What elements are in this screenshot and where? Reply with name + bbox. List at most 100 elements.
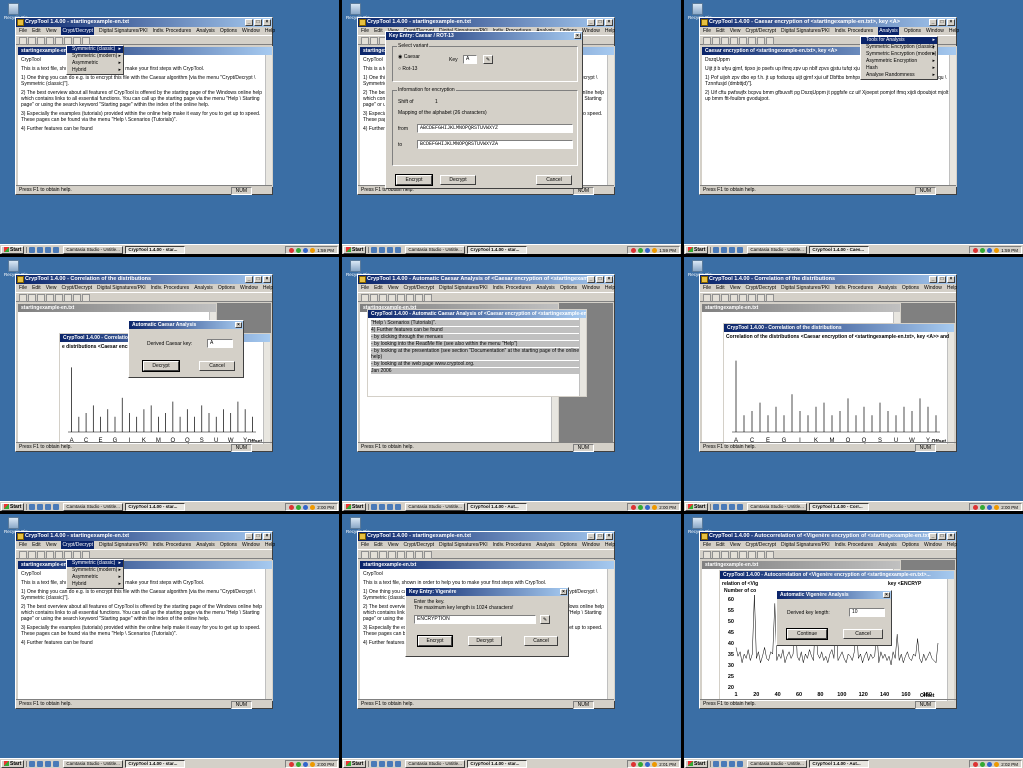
new-icon[interactable] — [361, 37, 369, 45]
menu-crypt-decrypt[interactable]: Crypt/Decrypt — [61, 284, 92, 292]
save-icon[interactable] — [37, 294, 45, 302]
menu-options[interactable]: Options — [560, 284, 577, 292]
menu-file[interactable]: File — [19, 27, 27, 35]
new-icon[interactable] — [19, 37, 27, 45]
paste-icon[interactable] — [73, 37, 81, 45]
tray-icon[interactable] — [987, 247, 993, 253]
minimize-button[interactable]: _ — [929, 19, 937, 26]
menu-digital-signatures-pki[interactable]: Digital Signatures/PKI — [99, 541, 148, 549]
tray-icon[interactable] — [303, 504, 309, 510]
window-titlebar[interactable]: CrypTool 1.4.00 - startingexample-en.txt… — [358, 18, 614, 27]
task-camtasia[interactable]: Camtasia Studio - Untitle... — [747, 245, 808, 254]
dialog-close-button[interactable]: × — [235, 322, 242, 328]
start-button[interactable]: Start — [685, 502, 709, 511]
cryptool-window[interactable]: CrypTool 1.4.00 - startingexample-en.txt… — [15, 531, 275, 709]
close-button[interactable]: × — [947, 19, 955, 26]
tray-icon[interactable] — [980, 504, 986, 510]
encrypt-button[interactable]: Encrypt — [417, 635, 453, 647]
save-icon[interactable] — [721, 37, 729, 45]
document-text[interactable]: CrypTool This is a text file, shown in or… — [18, 55, 272, 137]
key-input[interactable]: A — [463, 55, 477, 64]
menu-item[interactable]: Analyse Randomness ▸ — [861, 72, 937, 79]
menu-window[interactable]: Window — [924, 541, 942, 549]
document-titlebar[interactable]: startingexample-en.txt — [18, 304, 216, 312]
cryptool-window[interactable]: CrypTool 1.4.00 - startingexample-en.txt… — [357, 531, 615, 709]
cancel-button[interactable]: Cancel — [843, 629, 883, 639]
document-window[interactable]: startingexample-en.txt CrypTool This is a … — [17, 560, 273, 701]
tray-icon[interactable] — [994, 247, 1000, 253]
ie-icon[interactable] — [713, 760, 720, 767]
continue-button[interactable]: Continue — [786, 628, 828, 640]
menu-item[interactable]: Asymmetric Encryption ▸ — [861, 58, 937, 65]
desktop-icon[interactable] — [37, 760, 44, 767]
menu-digital-signatures-pki[interactable]: Digital Signatures/PKI — [781, 541, 830, 549]
open-icon[interactable] — [370, 294, 378, 302]
key-options-button[interactable]: ✎ — [483, 55, 493, 64]
menu-options[interactable]: Options — [220, 541, 237, 549]
menu-digital-signatures-pki[interactable]: Digital Signatures/PKI — [99, 27, 148, 35]
document-titlebar[interactable]: startingexample-en.txt — [360, 561, 614, 569]
task-cryptool[interactable]: CrypTool 1.4.00 - star... — [125, 502, 186, 511]
menu-help[interactable]: Help — [605, 27, 615, 35]
desktop-icon[interactable] — [721, 246, 728, 253]
document-titlebar[interactable]: CrypTool 1.4.00 - Autocorrelation of <Vi… — [720, 571, 954, 579]
explorer-icon[interactable] — [387, 760, 394, 767]
menu-item[interactable]: Hybrid ▸ — [67, 67, 123, 74]
start-button[interactable]: Start — [343, 245, 367, 254]
tray-icon[interactable] — [973, 504, 979, 510]
tray-icon[interactable] — [289, 761, 295, 767]
explorer-icon[interactable] — [45, 760, 52, 767]
menu-options[interactable]: Options — [902, 284, 919, 292]
copy-icon[interactable] — [406, 551, 414, 559]
minimize-button[interactable]: _ — [245, 533, 253, 540]
ie-icon[interactable] — [371, 246, 378, 253]
media-icon[interactable] — [53, 246, 60, 253]
copy-icon[interactable] — [406, 294, 414, 302]
menu-edit[interactable]: Edit — [716, 541, 725, 549]
minimize-button[interactable]: _ — [587, 19, 595, 26]
menu-digital-signatures-pki[interactable]: Digital Signatures/PKI — [97, 284, 146, 292]
explorer-icon[interactable] — [729, 503, 736, 510]
menu-view[interactable]: View — [46, 284, 57, 292]
menu-options[interactable]: Options — [902, 541, 919, 549]
menu-indiv-procedures[interactable]: Indiv. Procedures — [151, 284, 190, 292]
start-button[interactable]: Start — [343, 759, 367, 768]
tray-icon[interactable] — [652, 247, 658, 253]
paste-icon[interactable] — [757, 37, 765, 45]
menu-digital-signatures-pki[interactable]: Digital Signatures/PKI — [781, 27, 830, 35]
explorer-icon[interactable] — [729, 760, 736, 767]
task-cryptool[interactable]: CrypTool 1.4.00 - star... — [467, 759, 528, 768]
maximize-button[interactable]: □ — [596, 276, 604, 283]
help-icon[interactable] — [82, 551, 90, 559]
menu-help[interactable]: Help — [605, 541, 615, 549]
task-cryptool[interactable]: CrypTool 1.4.00 - star... — [125, 245, 186, 254]
new-icon[interactable] — [361, 551, 369, 559]
menu-file[interactable]: File — [703, 284, 711, 292]
tray-icon[interactable] — [296, 761, 302, 767]
explorer-icon[interactable] — [729, 246, 736, 253]
menu-item[interactable]: Symmetric Encryption (modern) ▸ — [861, 51, 937, 58]
copy-icon[interactable] — [64, 294, 72, 302]
print-icon[interactable] — [730, 37, 738, 45]
cancel-button[interactable]: Cancel — [536, 175, 572, 185]
minimize-button[interactable]: _ — [245, 19, 253, 26]
document-titlebar[interactable]: startingexample-en.txt — [18, 561, 272, 569]
task-camtasia[interactable]: Camtasia Studio - Untitle... — [747, 759, 808, 768]
cryptool-window[interactable]: CrypTool 1.4.00 - Autocorrelation of <Vi… — [699, 531, 957, 709]
cut-icon[interactable] — [739, 37, 747, 45]
menu-item[interactable]: Symmetric (classic) ▸ — [67, 560, 123, 567]
menu-indiv-procedures[interactable]: Indiv. Procedures — [835, 27, 874, 35]
close-button[interactable]: × — [263, 276, 271, 283]
menu-analysis[interactable]: Analysis — [878, 541, 897, 549]
vertical-scrollbar[interactable] — [947, 332, 954, 444]
menu-help[interactable]: Help — [947, 284, 957, 292]
close-button[interactable]: × — [947, 276, 955, 283]
menu-view[interactable]: View — [46, 541, 57, 549]
menu-view[interactable]: View — [730, 284, 741, 292]
new-icon[interactable] — [361, 294, 369, 302]
print-icon[interactable] — [730, 551, 738, 559]
maximize-button[interactable]: □ — [254, 533, 262, 540]
menu-window[interactable]: Window — [582, 27, 600, 35]
window-titlebar[interactable]: CrypTool 1.4.00 - Caesar encryption of <… — [700, 18, 956, 27]
tray-icon[interactable] — [994, 761, 1000, 767]
